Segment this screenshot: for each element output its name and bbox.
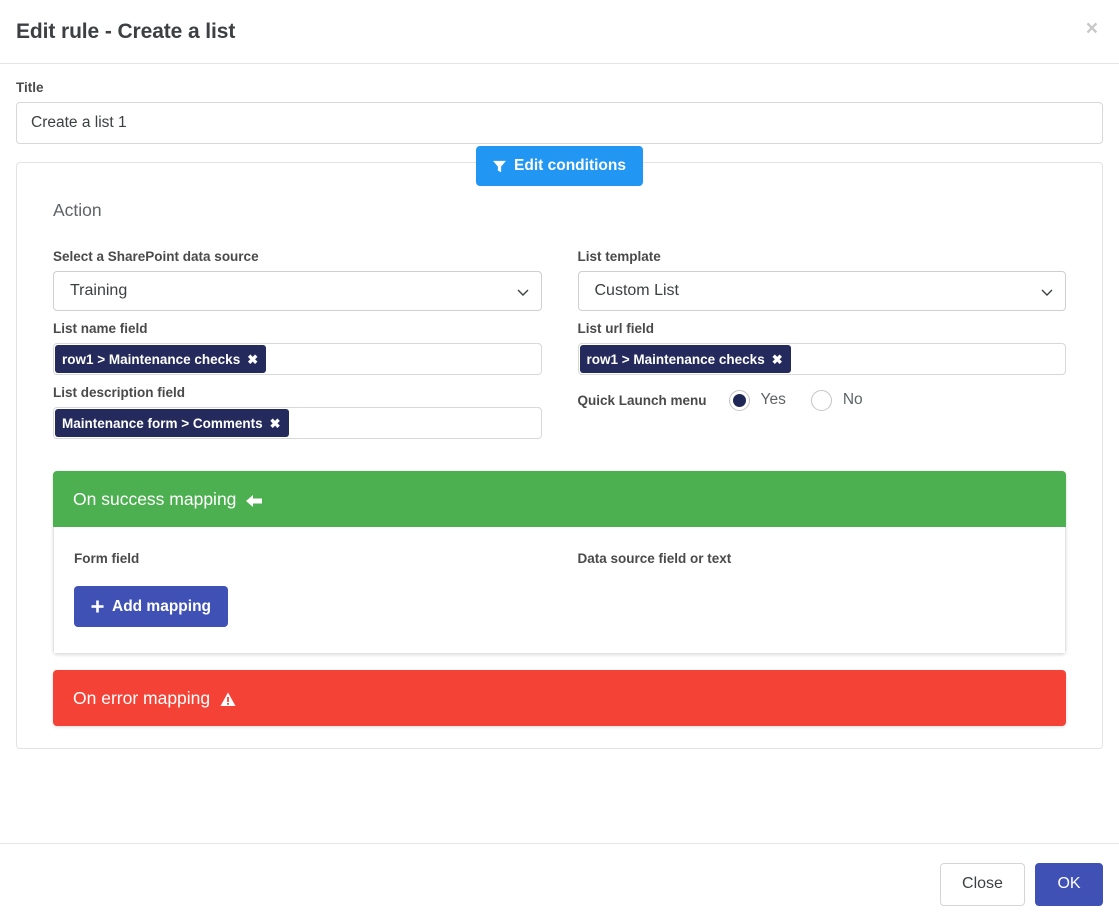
add-mapping-label: Add mapping: [112, 597, 212, 615]
close-button[interactable]: Close: [940, 862, 1025, 906]
list-description-field-input[interactable]: Maintenance form > Comments ✖: [53, 407, 542, 439]
list-url-field-label: List url field: [577, 321, 655, 336]
warning-triangle-icon: [220, 691, 236, 706]
form-field-column-label: Form field: [74, 551, 140, 566]
action-panel: Edit conditions Action Select a SharePoi…: [16, 146, 1103, 749]
quick-launch-label: Quick Launch menu: [577, 392, 707, 408]
radio-no-icon[interactable]: [810, 389, 832, 411]
dialog-title: Edit rule - Create a list: [16, 19, 236, 43]
success-form-field-col: Form field Add mapping: [74, 551, 542, 627]
list-template-value: Custom List: [594, 282, 679, 299]
list-template-select[interactable]: Custom List: [577, 271, 1066, 311]
error-mapping-header[interactable]: On error mapping: [53, 670, 1066, 726]
add-mapping-button[interactable]: Add mapping: [74, 586, 229, 627]
arrow-left-icon: [246, 492, 263, 507]
error-mapping-card: On error mapping: [53, 670, 1066, 726]
title-label: Title: [16, 80, 44, 95]
edit-rule-dialog: Edit rule - Create a list × Title Edit c…: [0, 0, 1119, 924]
title-input[interactable]: [16, 102, 1103, 144]
dialog-body: Title Edit conditions Action Sele: [0, 64, 1119, 843]
funnel-icon: [493, 160, 507, 173]
dialog-header: Edit rule - Create a list ×: [0, 0, 1119, 64]
list-url-field-input[interactable]: row1 > Maintenance checks ✖: [577, 343, 1066, 375]
list-template-label: List template: [577, 249, 661, 264]
plus-icon: [91, 600, 104, 613]
close-icon[interactable]: ×: [1082, 14, 1102, 43]
action-fields-grid: Select a SharePoint data source Training…: [35, 249, 1084, 449]
chip-list-url[interactable]: row1 > Maintenance checks ✖: [579, 345, 791, 373]
success-mapping-body: Form field Add mapping Data source field…: [53, 527, 1066, 654]
quick-launch-option-yes[interactable]: Yes: [728, 389, 786, 411]
chip-remove-icon[interactable]: ✖: [772, 353, 783, 366]
radio-yes-icon[interactable]: [728, 389, 750, 411]
chip-list-name[interactable]: row1 > Maintenance checks ✖: [55, 345, 267, 373]
list-description-field-label: List description field: [53, 385, 186, 400]
chip-list-name-label: row1 > Maintenance checks: [62, 351, 241, 367]
action-left-column: Select a SharePoint data source Training…: [53, 249, 542, 449]
data-source-column-label: Data source field or text: [577, 551, 732, 566]
data-source-value: Training: [70, 282, 128, 299]
success-mapping-title: On success mapping: [73, 488, 237, 509]
chip-list-description-label: Maintenance form > Comments: [62, 415, 263, 431]
chip-list-url-label: row1 > Maintenance checks: [586, 351, 765, 367]
action-right-column: List template Custom List List url field…: [577, 249, 1067, 449]
error-mapping-title: On error mapping: [73, 687, 211, 708]
action-heading: Action: [53, 200, 102, 220]
quick-launch-radio-group: Yes No: [728, 389, 863, 411]
chevron-down-icon: [517, 285, 529, 297]
edit-conditions-button[interactable]: Edit conditions: [476, 146, 643, 186]
quick-launch-row: Quick Launch menu Yes No: [578, 385, 1067, 415]
dialog-footer: Close OK: [0, 843, 1119, 924]
chip-remove-icon[interactable]: ✖: [247, 353, 258, 366]
success-data-source-col: Data source field or text: [578, 551, 1046, 627]
list-name-field-label: List name field: [53, 321, 148, 336]
quick-launch-yes-label: Yes: [760, 391, 786, 408]
success-mapping-columns: Form field Add mapping Data source field…: [74, 551, 1045, 627]
edit-conditions-wrap: Edit conditions: [35, 146, 1084, 186]
data-source-label: Select a SharePoint data source: [53, 249, 259, 264]
quick-launch-option-no[interactable]: No: [810, 389, 863, 411]
chip-remove-icon[interactable]: ✖: [270, 417, 281, 430]
chevron-down-icon: [1041, 285, 1053, 297]
edit-conditions-label: Edit conditions: [514, 157, 626, 174]
data-source-select[interactable]: Training: [53, 271, 542, 311]
list-name-field-input[interactable]: row1 > Maintenance checks ✖: [53, 343, 542, 375]
success-mapping-header[interactable]: On success mapping: [53, 471, 1066, 527]
quick-launch-no-label: No: [842, 391, 863, 408]
success-mapping-card: On success mapping Form field Add mappin…: [53, 471, 1066, 654]
ok-button[interactable]: OK: [1035, 862, 1103, 906]
chip-list-description[interactable]: Maintenance form > Comments ✖: [55, 409, 289, 437]
